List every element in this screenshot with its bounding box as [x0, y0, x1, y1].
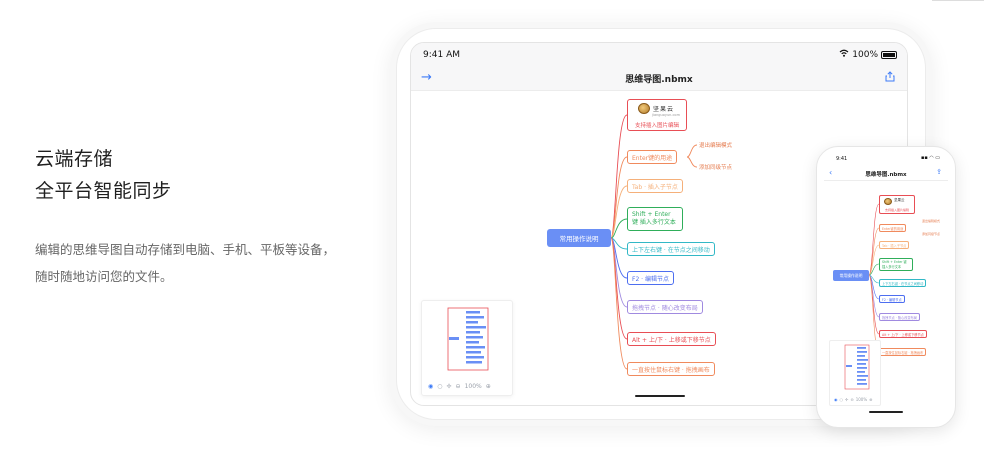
mindmap-root-node[interactable]: 常用操作说明	[547, 229, 611, 247]
phone-mindmap-node[interactable]: 上下左右键 · 在节点之间移动	[879, 279, 927, 287]
logo-subtext: jianguoyun.com	[652, 113, 680, 117]
fit-icon[interactable]: ✢	[447, 383, 452, 390]
mindmap-node[interactable]: Enter键的用途	[627, 150, 678, 164]
phone-mindmap-leaf[interactable]: 退出编辑模式	[922, 219, 940, 223]
minimap-preview	[447, 307, 489, 371]
mindmap-node[interactable]: 上下左右键 · 在节点之间移动	[627, 242, 715, 256]
phone-mindmap-node[interactable]: Shift + Enter 键 插入多行文本	[879, 258, 913, 271]
mindmap-node[interactable]: 一直按住鼠标右键 · 拖拽画布	[627, 362, 715, 376]
phone-screen: 9:41 ▪▪ ◠ ▭ ‹ 思维导图.nbmx ⇪ 常用操作说明 坚果云 支持插…	[824, 152, 948, 422]
top-divider	[932, 0, 984, 1]
logo-text: 坚果云	[653, 106, 675, 113]
minimap-toolbar: ◉ ○ ✢ ⊖ 100% ⊕	[428, 383, 491, 390]
mindmap-leaf[interactable]: 添加同级节点	[699, 163, 732, 171]
nut-logo-icon	[884, 198, 892, 205]
mindmap-node[interactable]: Tab · 插入子节点	[627, 179, 683, 193]
phone-mindmap-node[interactable]: 一直按住鼠标右键 · 拖拽画布	[879, 348, 927, 356]
tablet-home-indicator	[635, 395, 685, 397]
phone-minimap-preview	[844, 344, 870, 390]
phone-logo-text: 坚果云	[894, 198, 905, 202]
zoom-level: 100%	[855, 397, 868, 402]
fit-icon[interactable]: ✢	[845, 397, 848, 402]
locate-icon[interactable]: ○	[840, 397, 844, 402]
mindmap-image-node[interactable]: 坚果云 jianguoyun.com 支持插入图片编辑	[627, 99, 687, 131]
zoom-in-icon[interactable]: ⊕	[486, 383, 491, 390]
phone-home-indicator	[869, 411, 903, 413]
eye-icon[interactable]: ◉	[428, 383, 433, 390]
eye-icon[interactable]: ◉	[834, 397, 838, 402]
phone-image-caption: 支持插入图片编辑	[884, 208, 909, 212]
zoom-out-icon[interactable]: ⊖	[850, 397, 853, 402]
phone-minimap-panel[interactable]: ◉ ○ ✢ ⊖ 100% ⊕	[829, 340, 881, 406]
mindmap-node[interactable]: Alt + 上/下 · 上移或下移节点	[627, 332, 716, 346]
zoom-out-icon[interactable]: ⊖	[456, 383, 461, 390]
feature-description: 编辑的思维导图自动存储到电脑、手机、平板等设备，随时随地访问您的文件。	[35, 242, 336, 284]
phone-mindmap-leaf[interactable]: 添加同级节点	[922, 232, 940, 236]
phone-mindmap-root[interactable]: 常用操作说明	[833, 270, 869, 281]
page: 云端存储 全平台智能同步 编辑的思维导图自动存储到电脑、手机、平板等设备，随时随…	[0, 0, 984, 466]
phone-mindmap-node[interactable]: F2 · 编辑节点	[879, 295, 905, 303]
phone-mindmap-node[interactable]: 拖拽节点 · 随心改变布局	[879, 313, 920, 321]
feature-heading-line-2: 全平台智能同步	[35, 180, 172, 202]
phone-image-node[interactable]: 坚果云 支持插入图片编辑	[879, 195, 915, 214]
phone-mindmap-node[interactable]: Alt + 上/下 · 上移或下移节点	[879, 330, 927, 338]
phone-mindmap-node[interactable]: Enter键的用途	[879, 224, 907, 232]
locate-icon[interactable]: ○	[437, 383, 442, 390]
mindmap-leaf[interactable]: 退出编辑模式	[699, 141, 732, 149]
mindmap-node[interactable]: 拖拽节点 · 随心改变布局	[627, 300, 703, 314]
mindmap-node[interactable]: Shift + Enter 键 插入多行文本	[627, 207, 683, 231]
zoom-level: 100%	[464, 383, 482, 390]
phone-mindmap-node[interactable]: Tab · 插入子节点	[879, 241, 910, 249]
feature-heading-line-1: 云端存储	[35, 148, 114, 170]
zoom-in-icon[interactable]: ⊕	[869, 397, 872, 402]
nut-logo-icon	[638, 103, 650, 114]
image-node-caption: 支持插入图片编辑	[634, 123, 679, 129]
feature-copy: 云端存储 全平台智能同步 编辑的思维导图自动存储到电脑、手机、平板等设备，随时随…	[35, 143, 355, 290]
mindmap-node[interactable]: F2 · 编辑节点	[627, 271, 674, 285]
minimap-panel[interactable]: ◉ ○ ✢ ⊖ 100% ⊕	[421, 300, 513, 396]
phone-minimap-toolbar: ◉ ○ ✢ ⊖ 100% ⊕	[834, 397, 873, 402]
